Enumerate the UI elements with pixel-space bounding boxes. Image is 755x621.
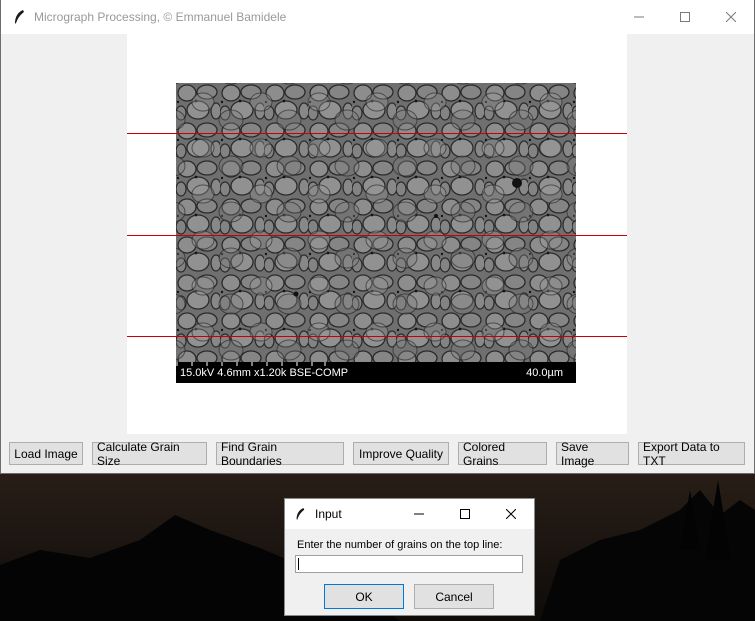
close-button[interactable] <box>708 0 754 34</box>
sem-parameters-label: 15.0kV 4.6mm x1.20k BSE-COMP <box>180 367 349 379</box>
top-measurement-line <box>127 133 627 134</box>
ok-button[interactable]: OK <box>324 584 404 609</box>
middle-measurement-line <box>127 235 627 236</box>
feather-icon <box>296 508 305 521</box>
main-window: Micrograph Processing, © Emmanuel Bamide… <box>0 0 755 474</box>
dialog-title: Input <box>315 507 342 521</box>
calculate-grain-size-button[interactable]: Calculate Grain Size <box>92 440 207 468</box>
export-data-button[interactable]: Export Data to TXT <box>638 440 745 468</box>
maximize-button[interactable] <box>662 0 708 34</box>
minimize-icon <box>634 16 644 18</box>
dialog-close-button[interactable] <box>488 499 534 529</box>
toolbar: Load Image Calculate Grain Size Find Gra… <box>9 440 745 468</box>
window-title: Micrograph Processing, © Emmanuel Bamide… <box>34 10 287 24</box>
cancel-button[interactable]: Cancel <box>414 584 494 609</box>
close-icon <box>726 12 736 22</box>
dialog-maximize-button[interactable] <box>442 499 488 529</box>
find-grain-boundaries-button[interactable]: Find Grain Boundaries <box>216 440 344 468</box>
main-titlebar: Micrograph Processing, © Emmanuel Bamide… <box>1 0 754 34</box>
grain-texture <box>176 83 576 362</box>
minimize-button[interactable] <box>616 0 662 34</box>
grain-count-input[interactable] <box>295 555 523 573</box>
image-canvas[interactable]: 15.0kV 4.6mm x1.20k BSE-COMP 40.0µm <box>127 34 627 434</box>
feather-icon <box>15 10 24 25</box>
text-caret <box>298 558 299 570</box>
improve-quality-button[interactable]: Improve Quality <box>353 442 449 465</box>
maximize-icon <box>680 12 690 22</box>
bottom-measurement-line <box>127 336 627 337</box>
sem-micrograph-image: 15.0kV 4.6mm x1.20k BSE-COMP 40.0µm <box>176 83 576 383</box>
dialog-titlebar: Input <box>285 499 534 529</box>
sem-info-bar: 15.0kV 4.6mm x1.20k BSE-COMP 40.0µm <box>176 362 576 383</box>
minimize-icon <box>414 513 424 515</box>
input-dialog: Input Enter the number of grains on the … <box>284 498 535 616</box>
scale-bar-label: 40.0µm <box>526 367 563 379</box>
colored-grains-button[interactable]: Colored Grains <box>458 440 547 468</box>
close-icon <box>506 509 516 519</box>
load-image-button[interactable]: Load Image <box>9 442 83 465</box>
dialog-prompt: Enter the number of grains on the top li… <box>297 539 503 551</box>
maximize-icon <box>460 509 470 519</box>
save-image-button[interactable]: Save Image <box>556 440 629 468</box>
dialog-minimize-button[interactable] <box>396 499 442 529</box>
